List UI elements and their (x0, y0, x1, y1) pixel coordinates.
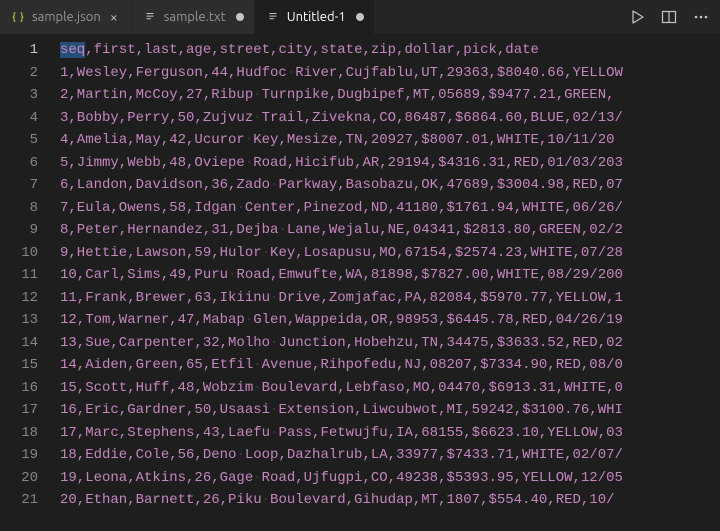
code-line[interactable]: 18,Eddie,Cole,56,Deno·Loop,Dazhalrub,LA,… (60, 444, 720, 467)
tab-untitled-1[interactable]: Untitled-1 (255, 0, 375, 34)
code-line[interactable]: 1,Wesley,Ferguson,44,Hudfoc·River,Cujfab… (60, 62, 720, 85)
code-line[interactable]: 6,Landon,Davidson,36,Zado·Parkway,Basoba… (60, 174, 720, 197)
line-number: 9 (0, 219, 60, 242)
tab-bar: sample.json × sample.txt Untitled-1 (0, 0, 720, 35)
editor-actions (618, 8, 720, 26)
line-number: 21 (0, 489, 60, 512)
line-number: 3 (0, 84, 60, 107)
code-line[interactable]: 13,Sue,Carpenter,32,Molho·Junction,Hobeh… (60, 332, 720, 355)
line-number: 20 (0, 467, 60, 490)
text-file-icon (265, 9, 281, 25)
line-number: 10 (0, 242, 60, 265)
line-number: 4 (0, 107, 60, 130)
code-line[interactable]: 14,Aiden,Green,65,Etfil·Avenue,Rihpofedu… (60, 354, 720, 377)
tab-label: sample.json (32, 10, 101, 24)
code-area[interactable]: seq,first,last,age,street,city,state,zip… (60, 35, 720, 531)
code-line[interactable]: 5,Jimmy,Webb,48,Oviepe·Road,Hicifub,AR,2… (60, 152, 720, 175)
line-number: 17 (0, 399, 60, 422)
code-line[interactable]: 2,Martin,McCoy,27,Ribup·Turnpike,Dugbipe… (60, 84, 720, 107)
tab-sample-json[interactable]: sample.json × (0, 0, 132, 34)
line-number-gutter: 123456789101112131415161718192021 (0, 35, 60, 531)
line-number: 5 (0, 129, 60, 152)
dirty-indicator-icon (236, 13, 244, 21)
dirty-indicator-icon (356, 13, 364, 21)
line-number: 19 (0, 444, 60, 467)
line-number: 1 (0, 39, 60, 62)
json-file-icon (10, 9, 26, 25)
more-icon[interactable] (692, 8, 710, 26)
tab-label: Untitled-1 (287, 10, 346, 24)
line-number: 13 (0, 309, 60, 332)
line-number: 15 (0, 354, 60, 377)
code-line[interactable]: 9,Hettie,Lawson,59,Hulor·Key,Losapusu,MO… (60, 242, 720, 265)
code-line[interactable]: 3,Bobby,Perry,50,Zujvuz·Trail,Zivekna,CO… (60, 107, 720, 130)
text-editor[interactable]: 123456789101112131415161718192021 seq,fi… (0, 35, 720, 531)
code-line[interactable]: 15,Scott,Huff,48,Wobzim·Boulevard,Lebfas… (60, 377, 720, 400)
text-file-icon (142, 9, 158, 25)
code-line[interactable]: 20,Ethan,Barnett,26,Piku·Boulevard,Gihud… (60, 489, 720, 512)
code-line[interactable]: 11,Frank,Brewer,63,Ikiinu·Drive,Zomjafac… (60, 287, 720, 310)
code-line[interactable]: 19,Leona,Atkins,26,Gage·Road,Ujfugpi,CO,… (60, 467, 720, 490)
code-line[interactable]: 17,Marc,Stephens,43,Laefu·Pass,Fetwujfu,… (60, 422, 720, 445)
line-number: 8 (0, 197, 60, 220)
split-editor-icon[interactable] (660, 8, 678, 26)
line-number: 7 (0, 174, 60, 197)
code-line[interactable]: 12,Tom,Warner,47,Mabap·Glen,Wappeida,OR,… (60, 309, 720, 332)
code-line[interactable]: 8,Peter,Hernandez,31,Dejba·Lane,Wejalu,N… (60, 219, 720, 242)
tab-label: sample.txt (164, 10, 226, 24)
line-number: 6 (0, 152, 60, 175)
code-line[interactable]: seq,first,last,age,street,city,state,zip… (60, 39, 720, 62)
close-icon[interactable]: × (107, 10, 121, 24)
line-number: 11 (0, 264, 60, 287)
line-number: 16 (0, 377, 60, 400)
line-number: 18 (0, 422, 60, 445)
run-icon[interactable] (628, 8, 646, 26)
line-number: 12 (0, 287, 60, 310)
code-line[interactable]: 7,Eula,Owens,58,Idgan·Center,Pinezod,ND,… (60, 197, 720, 220)
code-line[interactable]: 10,Carl,Sims,49,Puru·Road,Emwufte,WA,818… (60, 264, 720, 287)
line-number: 14 (0, 332, 60, 355)
line-number: 2 (0, 62, 60, 85)
tab-sample-txt[interactable]: sample.txt (132, 0, 255, 34)
code-line[interactable]: 16,Eric,Gardner,50,Usaasi·Extension,Liwc… (60, 399, 720, 422)
code-line[interactable]: 4,Amelia,May,42,Ucuror·Key,Mesize,TN,209… (60, 129, 720, 152)
